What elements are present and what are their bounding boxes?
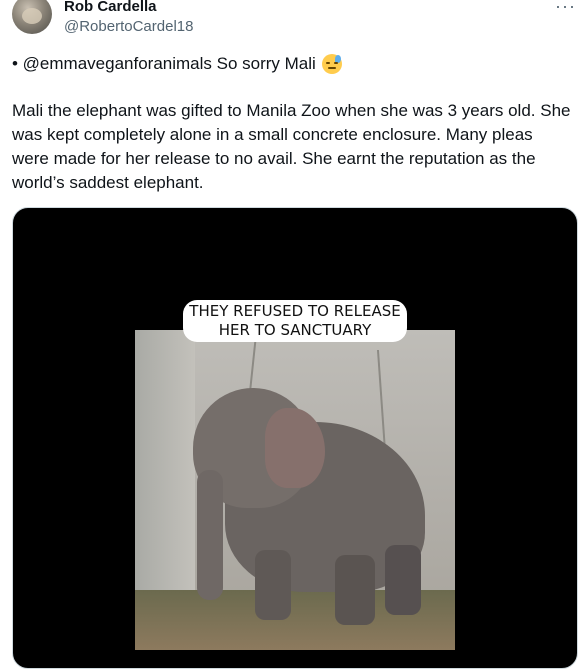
author-handle[interactable]: @RobertoCardel18 <box>64 18 193 35</box>
author-name[interactable]: Rob Cardella <box>64 0 157 15</box>
author-avatar[interactable] <box>12 0 52 34</box>
tweet-header: Rob Cardella @RobertoCardel18 ··· <box>0 0 588 44</box>
downcast-face-with-sweat-icon <box>321 54 342 74</box>
tweet-video[interactable]: THEY REFUSED TO RELEASE HER TO SANCTUARY <box>12 207 578 669</box>
reply-line: • @emmaveganforanimals So sorry Mali <box>12 53 342 75</box>
reply-text: • @emmaveganforanimals So sorry Mali <box>12 54 316 73</box>
tweet-body: Mali the elephant was gifted to Manila Z… <box>12 101 571 192</box>
video-caption: THEY REFUSED TO RELEASE HER TO SANCTUARY <box>183 300 407 342</box>
more-options-icon[interactable]: ··· <box>555 0 576 17</box>
video-frame <box>135 330 455 650</box>
